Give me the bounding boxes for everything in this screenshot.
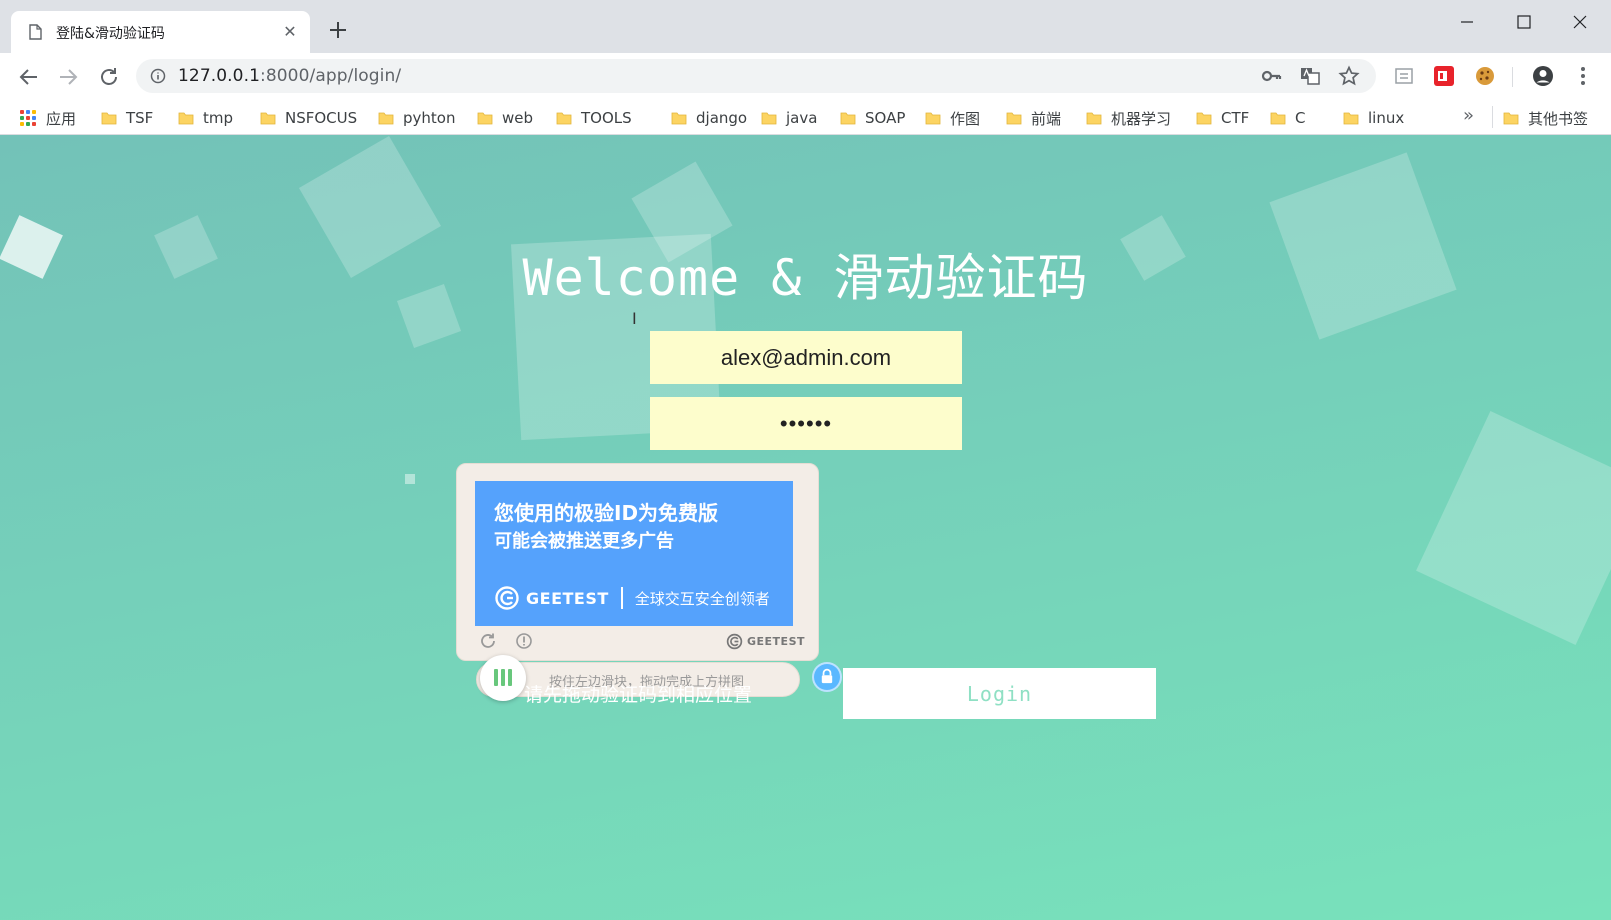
maximize-icon[interactable] [1501, 8, 1547, 36]
tab-login[interactable]: 登陆&滑动验证码 ✕ [11, 11, 310, 53]
tab-strip: 登陆&滑动验证码 ✕ [0, 0, 1611, 53]
bookmark-folder[interactable]: pyhton [378, 107, 455, 129]
browser-toolbar: 127.0.0.1:8000/app/login/ [0, 53, 1611, 99]
bookmark-folder[interactable]: TOOLS [556, 107, 632, 129]
decor-square [405, 474, 415, 484]
back-icon[interactable] [17, 65, 41, 89]
bookmarks-bar: 应用 TSF tmp NSFOCUS pyhton web TOOLS django java… [0, 99, 1611, 135]
feedback-icon[interactable] [515, 632, 533, 650]
bookmark-folder[interactable]: tmp [178, 107, 233, 129]
captcha-image[interactable]: 您使用的极验ID为免费版 可能会被推送更多广告 GEETEST 全球交互安全创领… [475, 481, 793, 626]
close-icon[interactable]: ✕ [280, 22, 300, 42]
apps-grid-icon [20, 110, 36, 126]
bookmark-folder[interactable]: django [671, 107, 747, 129]
tab-title: 登陆&滑动验证码 [56, 26, 165, 42]
email-input[interactable] [650, 331, 962, 384]
page-title: Welcome & 滑动验证码 [522, 249, 1089, 307]
captcha-brand: GEETEST 全球交互安全创领者 [494, 585, 770, 611]
folder-icon [1086, 112, 1102, 125]
folder-icon [761, 112, 777, 125]
bookmark-apps[interactable]: 应用 [20, 107, 76, 129]
window-close-icon[interactable] [1557, 8, 1603, 36]
cookie-icon[interactable] [1474, 65, 1496, 87]
bookmark-folder[interactable]: web [477, 107, 533, 129]
captcha-panel: 您使用的极验ID为免费版 可能会被推送更多广告 GEETEST 全球交互安全创领… [456, 463, 819, 661]
bookmark-folder[interactable]: TSF [101, 107, 153, 129]
bookmarks-overflow[interactable]: » [1463, 105, 1474, 126]
bookmark-folder[interactable]: 作图 [925, 107, 980, 129]
bookmark-folder[interactable]: 前端 [1006, 107, 1061, 129]
folder-icon [556, 112, 572, 125]
folder-icon [101, 112, 117, 125]
folder-icon [1270, 112, 1286, 125]
captcha-ad-line1: 您使用的极验ID为免费版 [494, 501, 719, 525]
folder-icon [178, 112, 194, 125]
reload-icon[interactable] [97, 65, 121, 89]
captcha-footer-logo: GEETEST [726, 633, 805, 650]
folder-icon [671, 112, 687, 125]
password-input[interactable]: •••••• [650, 397, 962, 450]
page-icon [29, 24, 42, 40]
key-icon[interactable] [1260, 65, 1282, 87]
extension-red-icon[interactable] [1433, 65, 1455, 87]
menu-icon[interactable] [1578, 64, 1588, 88]
info-icon[interactable] [150, 68, 166, 84]
folder-icon [260, 112, 276, 125]
account-icon[interactable] [1531, 64, 1555, 88]
bookmark-folder[interactable]: C [1270, 107, 1305, 129]
folder-icon [1006, 112, 1022, 125]
bookmark-folder[interactable]: linux [1343, 107, 1404, 129]
text-cursor: I [632, 309, 637, 328]
bookmark-other[interactable]: 其他书签 [1503, 107, 1588, 129]
bookmark-folder[interactable]: java [761, 107, 817, 129]
forward-icon[interactable] [56, 65, 80, 89]
geetest-small-icon [726, 633, 743, 650]
star-icon[interactable] [1338, 65, 1360, 87]
captcha-slider-handle[interactable] [480, 655, 526, 701]
geetest-logo-icon [495, 586, 519, 610]
bookmark-folder[interactable]: SOAP [840, 107, 905, 129]
bookmark-folder[interactable]: NSFOCUS [260, 107, 357, 129]
folder-icon [925, 112, 941, 125]
url-text[interactable]: 127.0.0.1:8000/app/login/ [178, 66, 401, 86]
login-button[interactable]: Login [843, 668, 1156, 719]
folder-icon [477, 112, 493, 125]
folder-icon [1343, 112, 1359, 125]
bookmark-folder[interactable]: 机器学习 [1086, 107, 1171, 129]
bookmark-folder[interactable]: CTF [1196, 107, 1249, 129]
plus-icon[interactable] [326, 18, 350, 42]
decor-square [1416, 411, 1611, 645]
folder-icon [840, 112, 856, 125]
toolbar-separator [1512, 67, 1513, 87]
minimize-icon[interactable] [1444, 8, 1490, 36]
captcha-ad-line2: 可能会被推送更多广告 [494, 531, 674, 552]
extension-icon[interactable] [1393, 65, 1415, 87]
folder-icon [378, 112, 394, 125]
translate-icon[interactable] [1299, 65, 1321, 87]
folder-icon [1196, 112, 1212, 125]
lock-icon [812, 662, 842, 692]
captcha-error-message: 请先拖动验证码到相应位置 [524, 684, 753, 706]
bookmarks-separator [1492, 106, 1493, 128]
refresh-icon[interactable] [479, 632, 497, 650]
address-bar[interactable]: 127.0.0.1:8000/app/login/ [136, 59, 1376, 93]
folder-icon [1503, 112, 1519, 125]
login-page: Welcome & 滑动验证码 I •••••• 您使用的极验ID为免费版 可能… [0, 135, 1611, 920]
